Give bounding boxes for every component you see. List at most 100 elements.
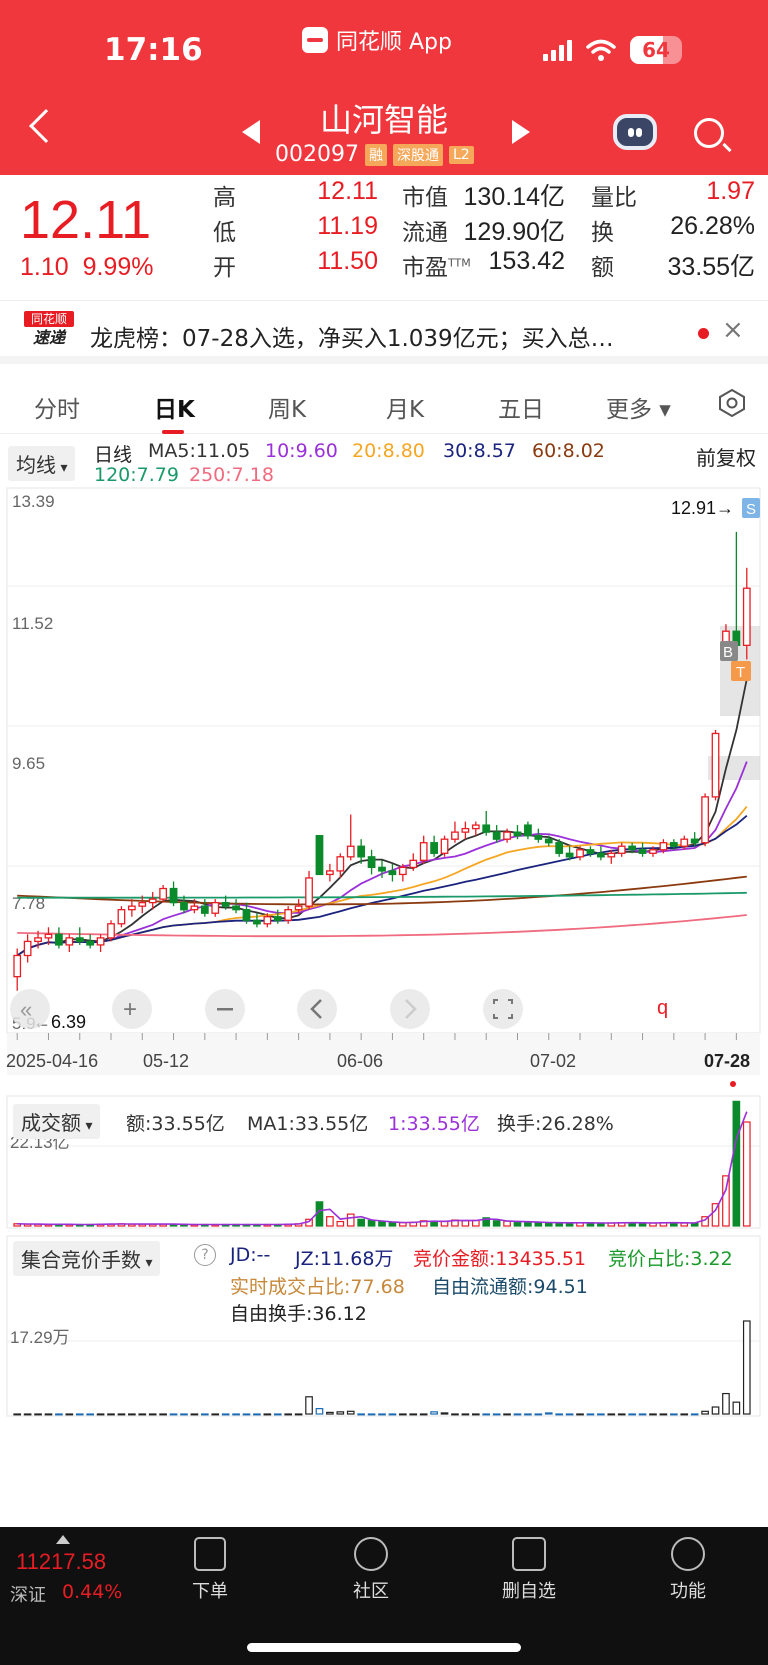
period-tabs: 分时 日K 周K 月K 五日 更多 ▾ [0,372,768,434]
candle-body [440,838,449,854]
t-marker-label: T [736,664,745,681]
auction-jz: JZ:11.68万 [295,1248,394,1270]
status-icons: 64 [543,36,682,64]
auction-indicator-select[interactable]: 集合竞价手数 [13,1241,161,1276]
candle-body [34,937,42,943]
pan-right-button[interactable] [390,989,430,1029]
high-marker: 12.91→ [671,498,734,518]
nav-remove-watchlist[interactable]: 删自选 [484,1537,574,1603]
auction-bar [461,1413,470,1416]
index-name: 深证 [10,1585,46,1606]
auction-jd: JD:-- [230,1244,271,1266]
tab-monthly-k[interactable]: 月K [386,390,424,424]
auction-bar [44,1413,53,1416]
plus-icon: + [123,996,137,1023]
candle-body [190,905,199,911]
auction-bar [690,1413,699,1416]
battery-level: 64 [642,38,670,62]
volume-bar [346,1213,355,1227]
tab-more[interactable]: 更多 ▾ [606,390,671,424]
y-tick: 13.39 [12,492,55,511]
index-value[interactable]: 11217.58 [16,1549,106,1575]
tab-daily-k[interactable]: 日K [154,390,195,424]
volume-indicator-select[interactable]: 成交额 [13,1104,101,1139]
candle-body [138,901,147,907]
news-text[interactable]: 龙虎榜：07-28入选，净买入1.039亿元；买入总… [90,319,670,353]
auction-bar [169,1413,178,1416]
auction-bar [273,1413,282,1416]
candle-body [596,852,605,858]
candle-body [669,842,678,847]
auction-bar [294,1413,303,1416]
close-icon[interactable]: × [722,315,744,345]
candle-body [75,937,84,943]
auction-bar [305,1396,313,1415]
remove-watchlist-icon [512,1537,546,1571]
help-icon[interactable]: ? [194,1244,216,1266]
candle-body [221,901,230,907]
auction-bar [565,1413,574,1416]
auction-bar [659,1413,668,1416]
price-change: 1.10 9.99% [20,253,153,282]
candle-body [159,887,168,900]
volume-bar [326,1216,334,1227]
auction-bar [617,1413,626,1416]
nav-community[interactable]: 社区 [326,1537,416,1603]
next-stock-arrow[interactable] [512,120,530,144]
auction-bid-ratio: 竞价占比:3.22 [608,1248,733,1270]
candle-body [534,835,543,840]
ma-line [16,678,748,957]
auction-bars [13,1320,751,1416]
candle-body [586,849,595,854]
auction-bar [346,1410,355,1415]
volume-bar [336,1220,345,1227]
tab-intraday[interactable]: 分时 [34,390,80,424]
nav-functions[interactable]: 功能 [643,1537,733,1603]
app-badge[interactable]: 同花顺 App [302,24,452,56]
minus-icon [217,1008,233,1011]
high-value: 12.11 [317,177,378,205]
pan-left-button[interactable] [297,989,337,1029]
auction-bar [471,1413,480,1416]
candle-body [398,866,407,876]
auction-bar [607,1413,616,1416]
candle-body [690,838,699,844]
nav-order[interactable]: 下单 [165,1537,255,1603]
search-icon[interactable] [694,118,724,148]
ai-assistant-icon[interactable] [613,114,657,150]
kline-chart-area[interactable]: 均线 日线 MA5:11.05 10:9.60 20:8.80 30:8.57 … [0,436,768,1526]
amount-value: 33.55亿 [667,253,755,281]
kline-plot[interactable]: 13.39 11.52 9.65 7.78 5.9 12.91→ ←6.39 S… [0,436,768,1526]
volume-bar [503,1220,511,1227]
fullscreen-button[interactable] [483,989,523,1029]
turnover-label: 换 [591,220,614,246]
auction-bar [232,1413,240,1416]
news-ticker[interactable]: 同花顺 速递 龙虎榜：07-28入选，净买入1.039亿元；买入总… × [0,300,768,364]
functions-menu-icon [671,1537,705,1571]
x-label: 06-06 [337,1051,383,1071]
sell-marker-label: S [746,501,756,518]
x-axis-band [7,1033,760,1075]
auction-bar [13,1413,22,1416]
x-label: 05-12 [143,1051,189,1071]
auction-bar [357,1413,365,1416]
volume-bar [732,1100,741,1227]
chart-controls: « + [10,989,523,1029]
auction-bar [326,1411,334,1415]
tab-weekly-k[interactable]: 周K [268,390,306,424]
candle-body [430,842,438,854]
candle-body [86,940,95,946]
candle-body [127,905,136,911]
tab-five-day[interactable]: 五日 [498,390,544,424]
volume-frame [6,1095,761,1229]
q-marker: q [657,997,668,1019]
auction-bar [336,1411,345,1415]
candle-body [409,859,418,869]
auction-bar [65,1413,74,1416]
float-value: 129.90亿 [463,218,565,246]
auction-bar [597,1413,605,1416]
auction-bar [315,1408,324,1415]
settings-hexagon-icon[interactable] [718,389,746,417]
high-label: 高 [213,185,236,211]
prev-stock-arrow[interactable] [242,120,260,144]
